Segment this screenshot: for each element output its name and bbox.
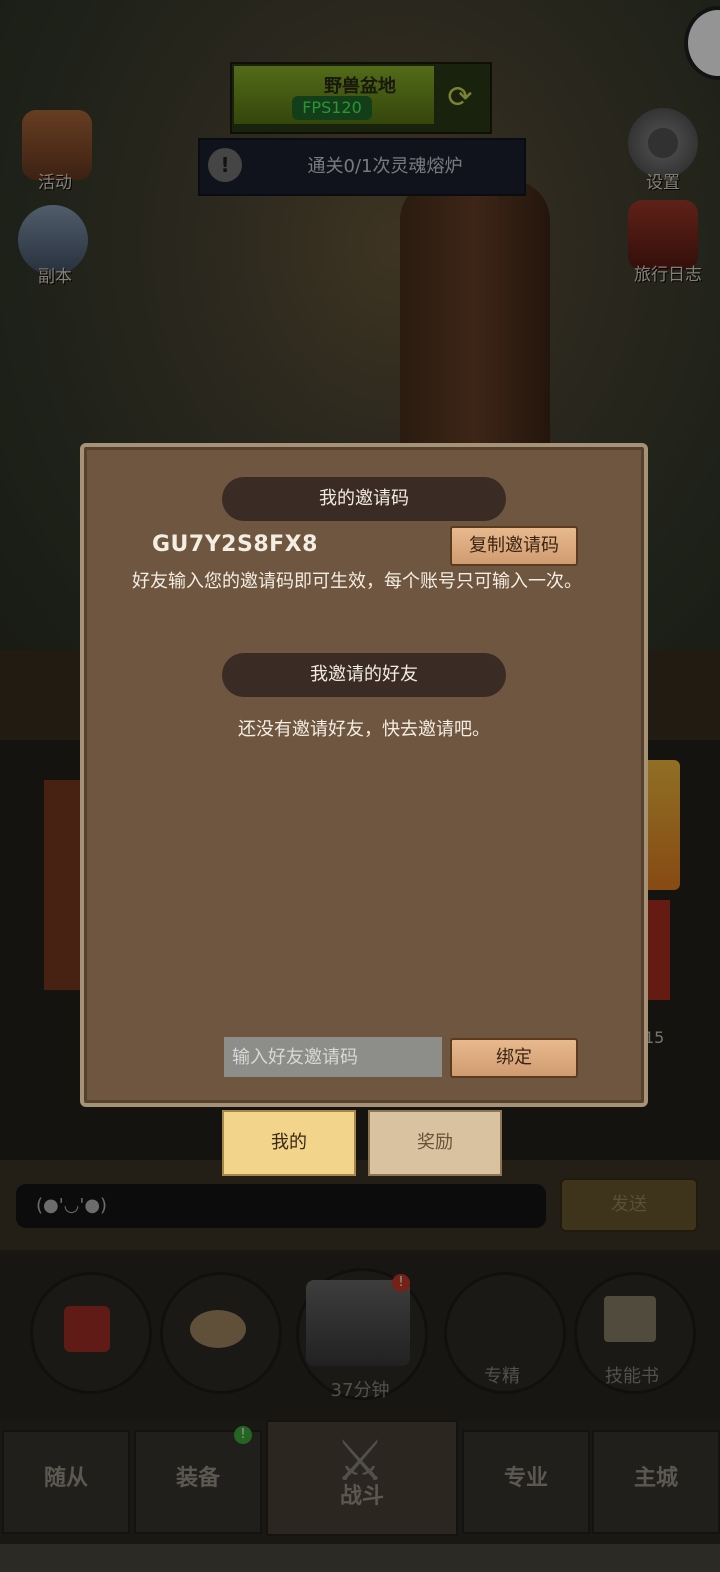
bind-button[interactable]: 绑定	[450, 1038, 578, 1078]
copy-code-button[interactable]: 复制邀请码	[450, 526, 578, 566]
invite-dialog: 我的邀请码 GU7Y2S8FX8 复制邀请码 好友输入您的邀请码即可生效，每个账…	[80, 443, 648, 1107]
tab-mine[interactable]: 我的	[222, 1110, 356, 1176]
invited-friends-banner: 我邀请的好友	[222, 653, 506, 697]
invite-code: GU7Y2S8FX8	[152, 532, 318, 557]
my-code-banner: 我的邀请码	[222, 477, 506, 521]
empty-friends-text: 还没有邀请好友，快去邀请吧。	[238, 719, 490, 740]
invite-description: 好友输入您的邀请码即可生效，每个账号只可输入一次。	[132, 571, 582, 592]
friend-code-input[interactable]	[224, 1037, 442, 1077]
tab-reward[interactable]: 奖励	[368, 1110, 502, 1176]
